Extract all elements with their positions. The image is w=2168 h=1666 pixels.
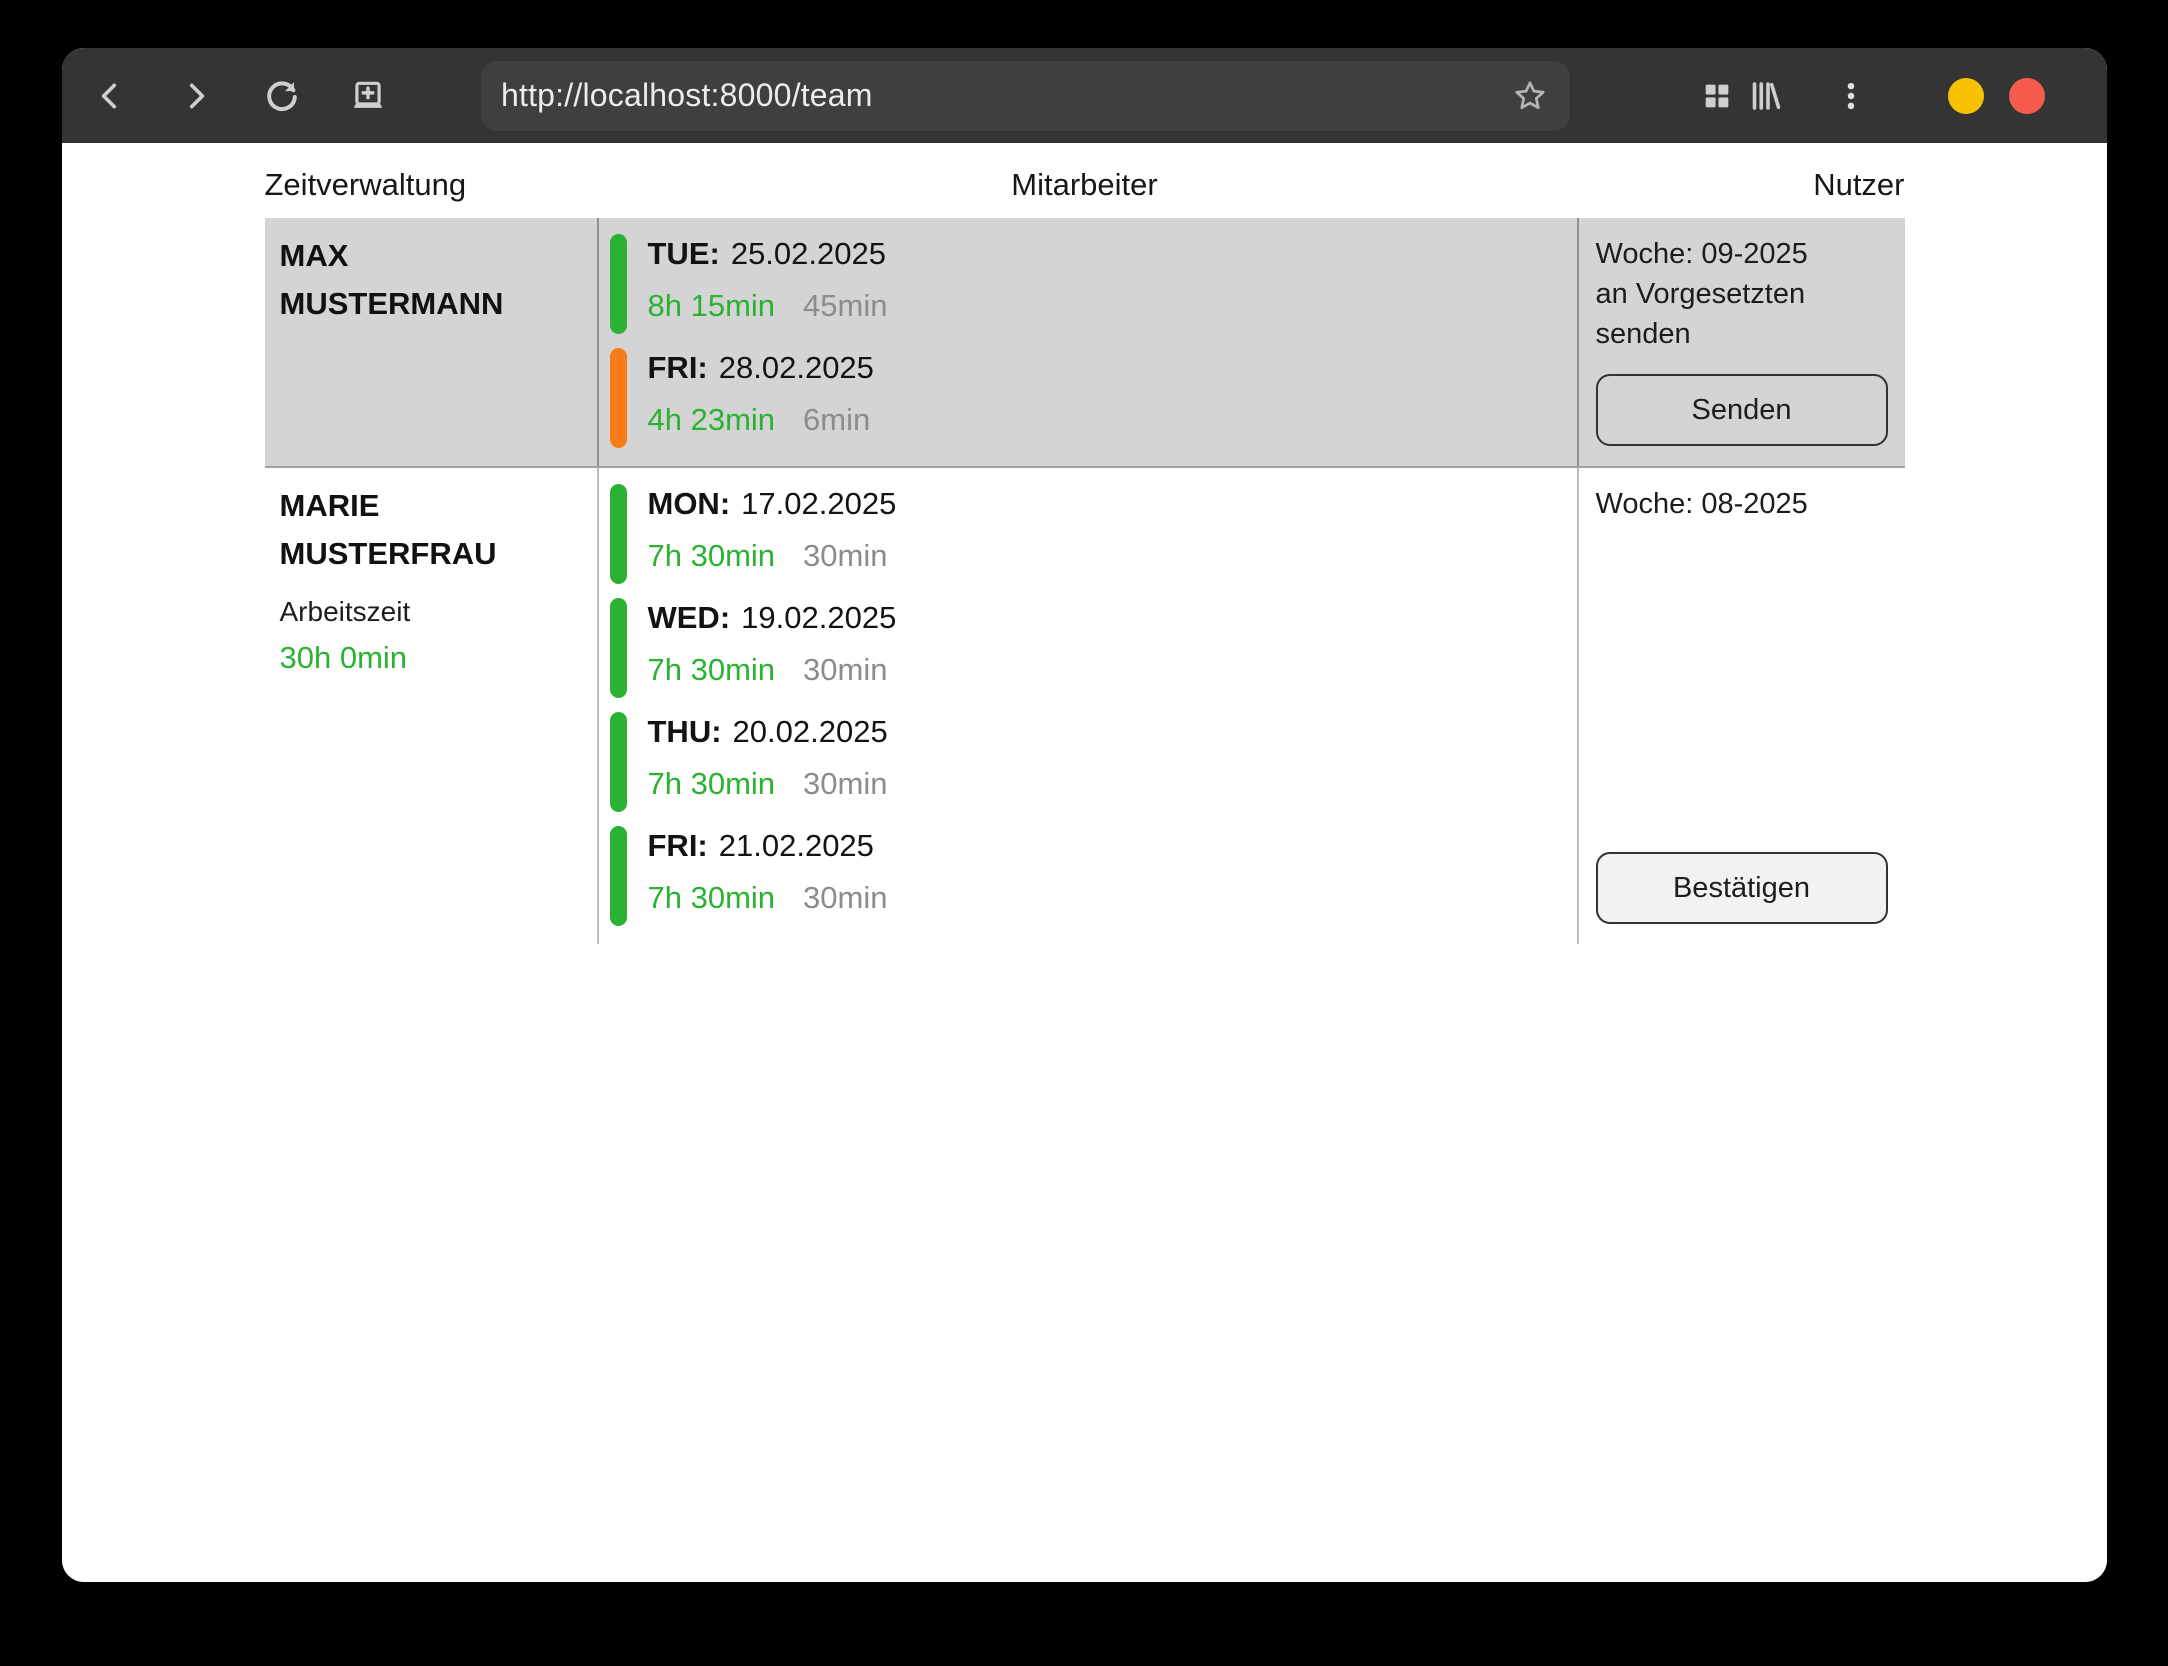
entry-break-duration: 45min — [803, 288, 887, 323]
time-entry: FRI: 21.02.2025 7h 30min 30min — [610, 826, 1577, 926]
time-entry: FRI: 28.02.2025 4h 23min 6min — [610, 348, 1577, 448]
entry-date: 20.02.2025 — [733, 714, 888, 749]
entry-break-duration: 30min — [803, 880, 887, 915]
worktime-total: 30h 0min — [280, 640, 587, 676]
status-bar — [610, 712, 627, 812]
employee-row: MARIE MUSTERFRAU Arbeitszeit 30h 0min MO… — [265, 468, 1905, 944]
nav-item-mitarbeiter[interactable]: Mitarbeiter — [1011, 167, 1157, 203]
status-bar — [610, 484, 627, 584]
reload-button[interactable] — [258, 72, 306, 120]
nav-item-zeitverwaltung[interactable]: Zeitverwaltung — [265, 167, 1012, 203]
time-entry-text: TUE: 25.02.2025 8h 15min 45min — [648, 234, 888, 334]
time-entries-column: TUE: 25.02.2025 8h 15min 45min FRI: 28.02.2… — [597, 218, 1577, 466]
time-entry: TUE: 25.02.2025 8h 15min 45min — [610, 234, 1577, 334]
reload-icon — [263, 77, 301, 115]
week-label: Woche: 09-2025 an Vorgesetzten senden — [1596, 234, 1888, 354]
window-close-button[interactable] — [2009, 78, 2045, 114]
entry-day: MON: — [648, 486, 731, 521]
entry-day: THU: — [648, 714, 722, 749]
time-entry-text: THU: 20.02.2025 7h 30min 30min — [648, 712, 888, 812]
back-button[interactable] — [86, 72, 134, 120]
employee-name: MARIE MUSTERFRAU — [280, 482, 587, 578]
employee-name-column: MAX MUSTERMANN — [265, 218, 597, 466]
week-label: Woche: 08-2025 — [1596, 484, 1888, 524]
entry-worked-duration: 8h 15min — [648, 288, 776, 323]
time-entry-text: FRI: 28.02.2025 4h 23min 6min — [648, 348, 874, 448]
status-bar — [610, 598, 627, 698]
entry-break-duration: 30min — [803, 766, 887, 801]
time-entry-text: FRI: 21.02.2025 7h 30min 30min — [648, 826, 888, 926]
entry-day: FRI: — [648, 828, 708, 863]
entry-break-duration: 6min — [803, 402, 870, 437]
time-entry: WED: 19.02.2025 7h 30min 30min — [610, 598, 1577, 698]
url-bar[interactable]: http://localhost:8000/team — [481, 61, 1570, 131]
url-text[interactable]: http://localhost:8000/team — [501, 77, 1500, 114]
nav-item-nutzer[interactable]: Nutzer — [1158, 167, 1905, 203]
kebab-menu-icon — [1834, 79, 1868, 113]
back-icon — [93, 79, 127, 113]
entry-date: 28.02.2025 — [719, 350, 874, 385]
browser-toolbar: http://localhost:8000/team — [62, 48, 2107, 143]
entry-worked-duration: 7h 30min — [648, 652, 776, 687]
forward-icon — [179, 79, 213, 113]
employee-name-column: MARIE MUSTERFRAU Arbeitszeit 30h 0min — [265, 468, 597, 944]
library-icon — [1747, 78, 1783, 114]
forward-button[interactable] — [172, 72, 220, 120]
new-tab-button[interactable] — [344, 72, 392, 120]
entry-day: TUE: — [648, 236, 720, 271]
entry-worked-duration: 7h 30min — [648, 538, 776, 573]
library-button[interactable] — [1741, 72, 1789, 120]
entry-worked-duration: 4h 23min — [648, 402, 776, 437]
week-column: Woche: 09-2025 an Vorgesetzten senden Se… — [1577, 218, 1905, 466]
entry-date: 21.02.2025 — [719, 828, 874, 863]
entry-worked-duration: 7h 30min — [648, 766, 776, 801]
entry-date: 25.02.2025 — [731, 236, 886, 271]
menu-button[interactable] — [1827, 72, 1875, 120]
week-action-button[interactable]: Bestätigen — [1596, 852, 1888, 924]
time-entry-text: WED: 19.02.2025 7h 30min 30min — [648, 598, 897, 698]
browser-window: http://localhost:8000/team — [62, 48, 2107, 1582]
apps-grid-button[interactable] — [1693, 72, 1741, 120]
entry-date: 19.02.2025 — [741, 600, 896, 635]
status-bar — [610, 348, 627, 448]
week-column: Woche: 08-2025 Bestätigen — [1577, 468, 1905, 944]
time-entry-text: MON: 17.02.2025 7h 30min 30min — [648, 484, 897, 584]
entry-worked-duration: 7h 30min — [648, 880, 776, 915]
worktime-label: Arbeitszeit — [280, 594, 587, 630]
bookmark-star-icon — [1512, 78, 1548, 114]
bookmark-button[interactable] — [1512, 78, 1548, 114]
window-minimize-button[interactable] — [1948, 78, 1984, 114]
page-body: Zeitverwaltung Mitarbeiter Nutzer MAX MU… — [62, 143, 2107, 1582]
employee-name: MAX MUSTERMANN — [280, 232, 587, 328]
entry-date: 17.02.2025 — [741, 486, 896, 521]
top-navigation: Zeitverwaltung Mitarbeiter Nutzer — [265, 143, 1905, 203]
time-entry: MON: 17.02.2025 7h 30min 30min — [610, 484, 1577, 584]
employee-row: MAX MUSTERMANN TUE: 25.02.2025 8h 15min 45… — [265, 218, 1905, 468]
entry-break-duration: 30min — [803, 538, 887, 573]
entry-day: WED: — [648, 600, 731, 635]
time-entries-column: MON: 17.02.2025 7h 30min 30min WED: 19.02.2… — [597, 468, 1577, 944]
status-bar — [610, 826, 627, 926]
status-bar — [610, 234, 627, 334]
time-entry: THU: 20.02.2025 7h 30min 30min — [610, 712, 1577, 812]
new-tab-icon — [349, 77, 387, 115]
entry-break-duration: 30min — [803, 652, 887, 687]
apps-grid-icon — [1700, 79, 1734, 113]
week-action-button[interactable]: Senden — [1596, 374, 1888, 446]
entry-day: FRI: — [648, 350, 708, 385]
employee-table: MAX MUSTERMANN TUE: 25.02.2025 8h 15min 45… — [265, 218, 1905, 944]
